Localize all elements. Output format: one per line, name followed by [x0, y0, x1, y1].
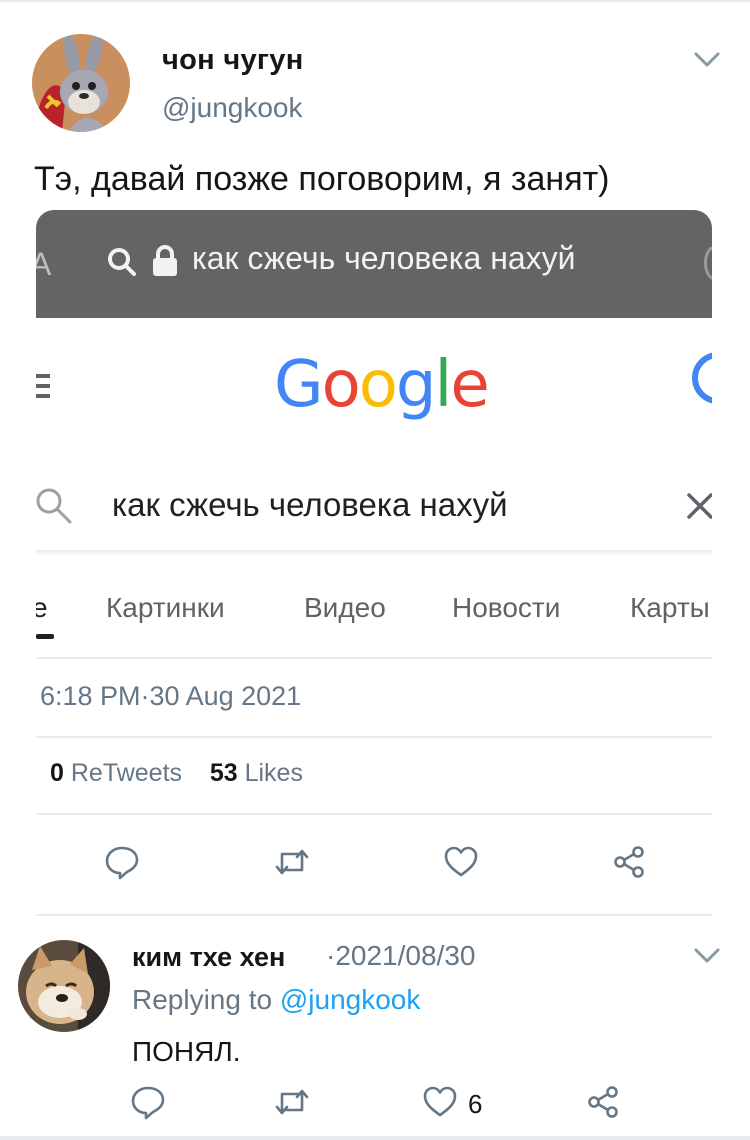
google-tab-images: Картинки: [106, 592, 225, 623]
reply-like-count[interactable]: 6: [468, 1089, 482, 1120]
google-tab-video: Видео: [304, 592, 386, 623]
share-icon[interactable]: [611, 844, 647, 880]
divider: [36, 736, 712, 738]
reply-icon[interactable]: [104, 844, 140, 880]
reply-icon[interactable]: [130, 1084, 166, 1120]
chevron-down-icon[interactable]: [694, 52, 720, 68]
retweet-icon[interactable]: [274, 1084, 310, 1120]
google-tab-all: е: [36, 592, 48, 623]
reply-author-avatar[interactable]: [18, 940, 110, 1032]
url-text: как сжечь человека нахуй: [192, 240, 576, 276]
tweet-media-image[interactable]: A как сжечь человека нахуй Google как сж…: [36, 210, 712, 656]
retweet-label[interactable]: ReTweets: [71, 759, 182, 787]
divider: [36, 813, 712, 815]
search-icon: [36, 486, 74, 526]
search-icon: [106, 246, 138, 278]
like-icon[interactable]: [443, 844, 479, 880]
reply-text: ПОНЯЛ.: [132, 1036, 241, 1067]
reply-date[interactable]: ·2021/08/30: [326, 940, 475, 972]
replying-to: Replying to @jungkook: [132, 984, 420, 1016]
tweet-timestamp[interactable]: 6:18 PM·30 Aug 2021: [40, 681, 301, 712]
url-bar-fragment: A: [36, 246, 52, 282]
menu-icon: [36, 370, 50, 402]
like-icon[interactable]: [422, 1084, 458, 1120]
author-avatar[interactable]: [32, 34, 130, 132]
author-handle[interactable]: @jungkook: [162, 92, 303, 124]
search-query: как сжечь человека нахуй: [112, 486, 508, 523]
chevron-down-icon[interactable]: [694, 948, 720, 964]
bottom-divider: [0, 1136, 750, 1140]
divider: [36, 914, 712, 916]
retweet-count[interactable]: 0: [50, 759, 64, 787]
like-count[interactable]: 53: [210, 759, 238, 787]
replying-to-handle[interactable]: @jungkook: [280, 984, 421, 1015]
google-tab-news: Новости: [452, 592, 561, 623]
url-bar-edge-icon: [704, 246, 712, 280]
like-label[interactable]: Likes: [245, 759, 303, 787]
author-name[interactable]: чон чугун: [162, 44, 304, 77]
divider: [36, 657, 712, 659]
tweet-text: Тэ, давай позже поговорим, я занят): [34, 160, 610, 198]
replying-to-prefix: Replying to: [132, 984, 273, 1015]
top-divider: [0, 0, 750, 2]
browser-url-bar: A как сжечь человека нахуй: [36, 210, 712, 318]
active-tab-indicator: [36, 634, 54, 639]
google-tab-maps: Карты: [630, 592, 710, 623]
lock-icon: [152, 245, 178, 277]
search-box-shadow: [36, 550, 712, 556]
tweet-stats: 0 ReTweets 53 Likes: [50, 759, 303, 788]
retweet-icon[interactable]: [274, 844, 310, 880]
google-logo: Google: [274, 348, 490, 422]
share-icon[interactable]: [585, 1084, 621, 1120]
account-icon: [692, 352, 712, 404]
close-icon: [686, 492, 712, 520]
reply-author-name[interactable]: ким тхе хен: [132, 942, 285, 973]
